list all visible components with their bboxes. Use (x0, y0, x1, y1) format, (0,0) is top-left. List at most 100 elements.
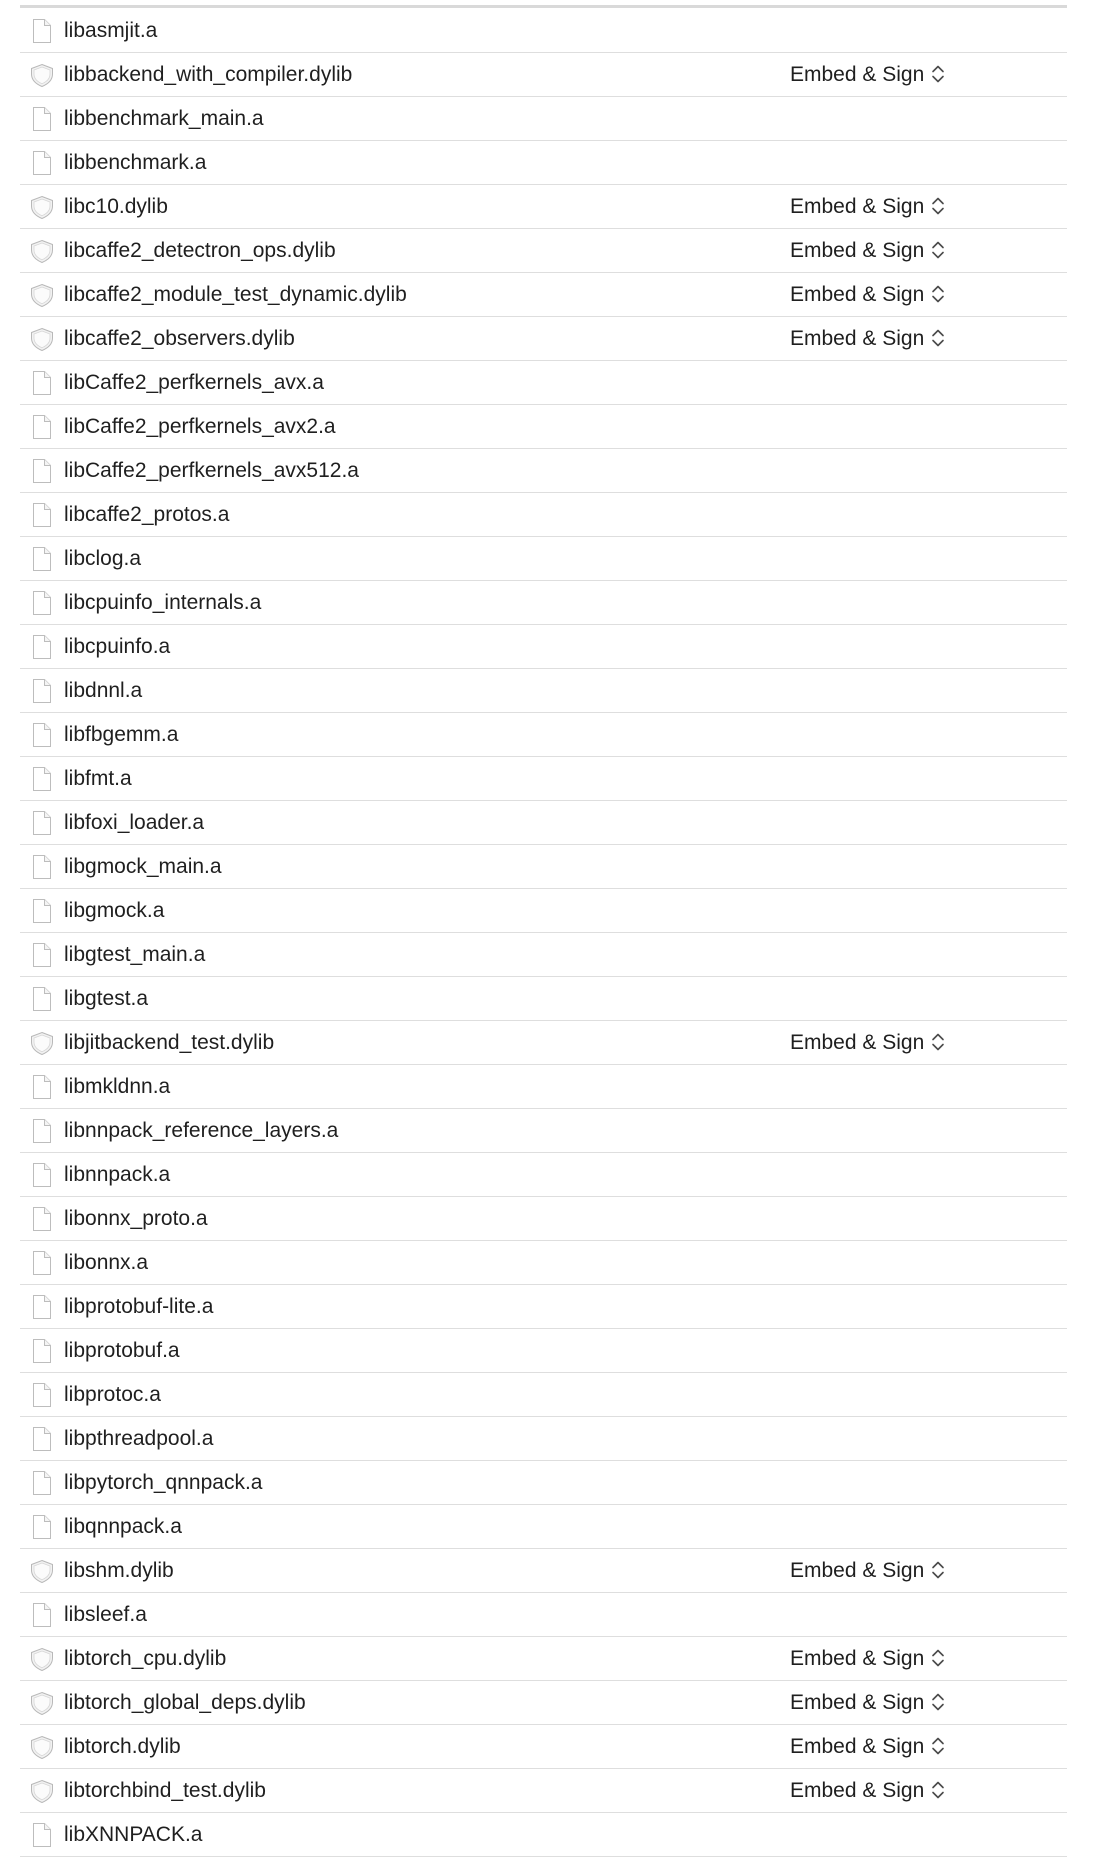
embed-sign-popup[interactable]: Embed & Sign (786, 279, 950, 310)
framework-row[interactable]: libnnpack.a (20, 1153, 1067, 1197)
framework-row[interactable]: libasmjit.a (20, 9, 1067, 53)
framework-row[interactable]: libgtest_main.a (20, 933, 1067, 977)
library-shield-icon (29, 194, 55, 220)
embed-sign-popup[interactable]: Embed & Sign (786, 1643, 950, 1674)
embed-sign-popup[interactable]: Embed & Sign (786, 235, 950, 266)
framework-name: libmkldnn.a (64, 1075, 171, 1098)
document-icon (29, 1602, 55, 1628)
framework-name: libbenchmark.a (64, 151, 207, 174)
document-icon (29, 458, 55, 484)
framework-row[interactable]: libfmt.a (20, 757, 1067, 801)
document-icon (29, 1514, 55, 1540)
framework-row[interactable]: libtorchbind_test.dylib Embed & Sign (20, 1769, 1067, 1813)
chevron-up-down-icon (930, 1691, 946, 1713)
framework-row[interactable]: libfbgemm.a (20, 713, 1067, 757)
framework-row[interactable]: libbackend_with_compiler.dylib Embed & S… (20, 53, 1067, 97)
framework-name: libtorch.dylib (64, 1735, 181, 1758)
framework-name: libtorch_global_deps.dylib (64, 1691, 306, 1714)
framework-name: libcaffe2_module_test_dynamic.dylib (64, 283, 407, 306)
embed-sign-popup[interactable]: Embed & Sign (786, 1555, 950, 1586)
framework-name: libfmt.a (64, 767, 132, 790)
framework-row[interactable]: libclog.a (20, 537, 1067, 581)
framework-row[interactable]: libbenchmark_main.a (20, 97, 1067, 141)
framework-row[interactable]: libjitbackend_test.dylib Embed & Sign (20, 1021, 1067, 1065)
framework-row[interactable]: libc10.dylib Embed & Sign (20, 185, 1067, 229)
framework-row[interactable]: libsleef.a (20, 1593, 1067, 1637)
embed-sign-popup[interactable]: Embed & Sign (786, 59, 950, 90)
embed-sign-popup[interactable]: Embed & Sign (786, 1027, 950, 1058)
embed-option-label: Embed & Sign (790, 239, 925, 262)
embed-sign-popup[interactable]: Embed & Sign (786, 323, 950, 354)
frameworks-list[interactable]: libasmjit.a libbackend_with_compiler.dyl… (20, 9, 1067, 1857)
library-shield-icon (29, 1734, 55, 1760)
document-icon (29, 150, 55, 176)
chevron-up-down-icon (930, 1647, 946, 1669)
embed-option-label: Embed & Sign (790, 63, 925, 86)
list-top-divider (20, 5, 1067, 8)
framework-row[interactable]: libgtest.a (20, 977, 1067, 1021)
document-icon (29, 1822, 55, 1848)
framework-row[interactable]: libCaffe2_perfkernels_avx512.a (20, 449, 1067, 493)
library-shield-icon (29, 1646, 55, 1672)
framework-name: libfoxi_loader.a (64, 811, 205, 834)
embed-sign-popup[interactable]: Embed & Sign (786, 1687, 950, 1718)
framework-row[interactable]: libcpuinfo.a (20, 625, 1067, 669)
framework-row[interactable]: libcaffe2_protos.a (20, 493, 1067, 537)
document-icon (29, 898, 55, 924)
library-shield-icon (29, 62, 55, 88)
document-icon (29, 1118, 55, 1144)
framework-row[interactable]: libCaffe2_perfkernels_avx2.a (20, 405, 1067, 449)
document-icon (29, 546, 55, 572)
framework-name: libcpuinfo.a (64, 635, 171, 658)
framework-row[interactable]: libonnx.a (20, 1241, 1067, 1285)
framework-row[interactable]: libpthreadpool.a (20, 1417, 1067, 1461)
framework-row[interactable]: libgmock_main.a (20, 845, 1067, 889)
document-icon (29, 18, 55, 44)
framework-row[interactable]: libcaffe2_module_test_dynamic.dylib Embe… (20, 273, 1067, 317)
document-icon (29, 502, 55, 528)
framework-row[interactable]: libprotobuf.a (20, 1329, 1067, 1373)
embed-sign-popup[interactable]: Embed & Sign (786, 191, 950, 222)
library-shield-icon (29, 1690, 55, 1716)
framework-row[interactable]: libdnnl.a (20, 669, 1067, 713)
framework-row[interactable]: libgmock.a (20, 889, 1067, 933)
framework-name: libjitbackend_test.dylib (64, 1031, 275, 1054)
framework-name: libtorchbind_test.dylib (64, 1779, 266, 1802)
framework-row[interactable]: libfoxi_loader.a (20, 801, 1067, 845)
framework-row[interactable]: libCaffe2_perfkernels_avx.a (20, 361, 1067, 405)
document-icon (29, 678, 55, 704)
framework-name: libsleef.a (64, 1603, 147, 1626)
framework-row[interactable]: libonnx_proto.a (20, 1197, 1067, 1241)
framework-name: libprotobuf-lite.a (64, 1295, 214, 1318)
framework-row[interactable]: libprotoc.a (20, 1373, 1067, 1417)
framework-row[interactable]: libpytorch_qnnpack.a (20, 1461, 1067, 1505)
embed-sign-popup[interactable]: Embed & Sign (786, 1775, 950, 1806)
framework-row[interactable]: libtorch_cpu.dylib Embed & Sign (20, 1637, 1067, 1681)
document-icon (29, 986, 55, 1012)
document-icon (29, 722, 55, 748)
framework-row[interactable]: libcaffe2_detectron_ops.dylib Embed & Si… (20, 229, 1067, 273)
framework-row[interactable]: libcaffe2_observers.dylib Embed & Sign (20, 317, 1067, 361)
framework-name: libnnpack.a (64, 1163, 171, 1186)
embed-option-label: Embed & Sign (790, 195, 925, 218)
framework-row[interactable]: libshm.dylib Embed & Sign (20, 1549, 1067, 1593)
framework-name: libprotoc.a (64, 1383, 161, 1406)
embed-sign-popup[interactable]: Embed & Sign (786, 1731, 950, 1762)
library-shield-icon (29, 1030, 55, 1056)
framework-name: libpytorch_qnnpack.a (64, 1471, 263, 1494)
embed-option-label: Embed & Sign (790, 1647, 925, 1670)
framework-row[interactable]: libmkldnn.a (20, 1065, 1067, 1109)
document-icon (29, 1470, 55, 1496)
framework-name: libCaffe2_perfkernels_avx2.a (64, 415, 336, 438)
framework-row[interactable]: libprotobuf-lite.a (20, 1285, 1067, 1329)
framework-row[interactable]: libtorch.dylib Embed & Sign (20, 1725, 1067, 1769)
framework-row[interactable]: libqnnpack.a (20, 1505, 1067, 1549)
framework-row[interactable]: libbenchmark.a (20, 141, 1067, 185)
framework-row[interactable]: libXNNPACK.a (20, 1813, 1067, 1857)
framework-row[interactable]: libtorch_global_deps.dylib Embed & Sign (20, 1681, 1067, 1725)
framework-name: libqnnpack.a (64, 1515, 182, 1538)
library-shield-icon (29, 326, 55, 352)
framework-row[interactable]: libcpuinfo_internals.a (20, 581, 1067, 625)
embed-option-label: Embed & Sign (790, 327, 925, 350)
framework-row[interactable]: libnnpack_reference_layers.a (20, 1109, 1067, 1153)
